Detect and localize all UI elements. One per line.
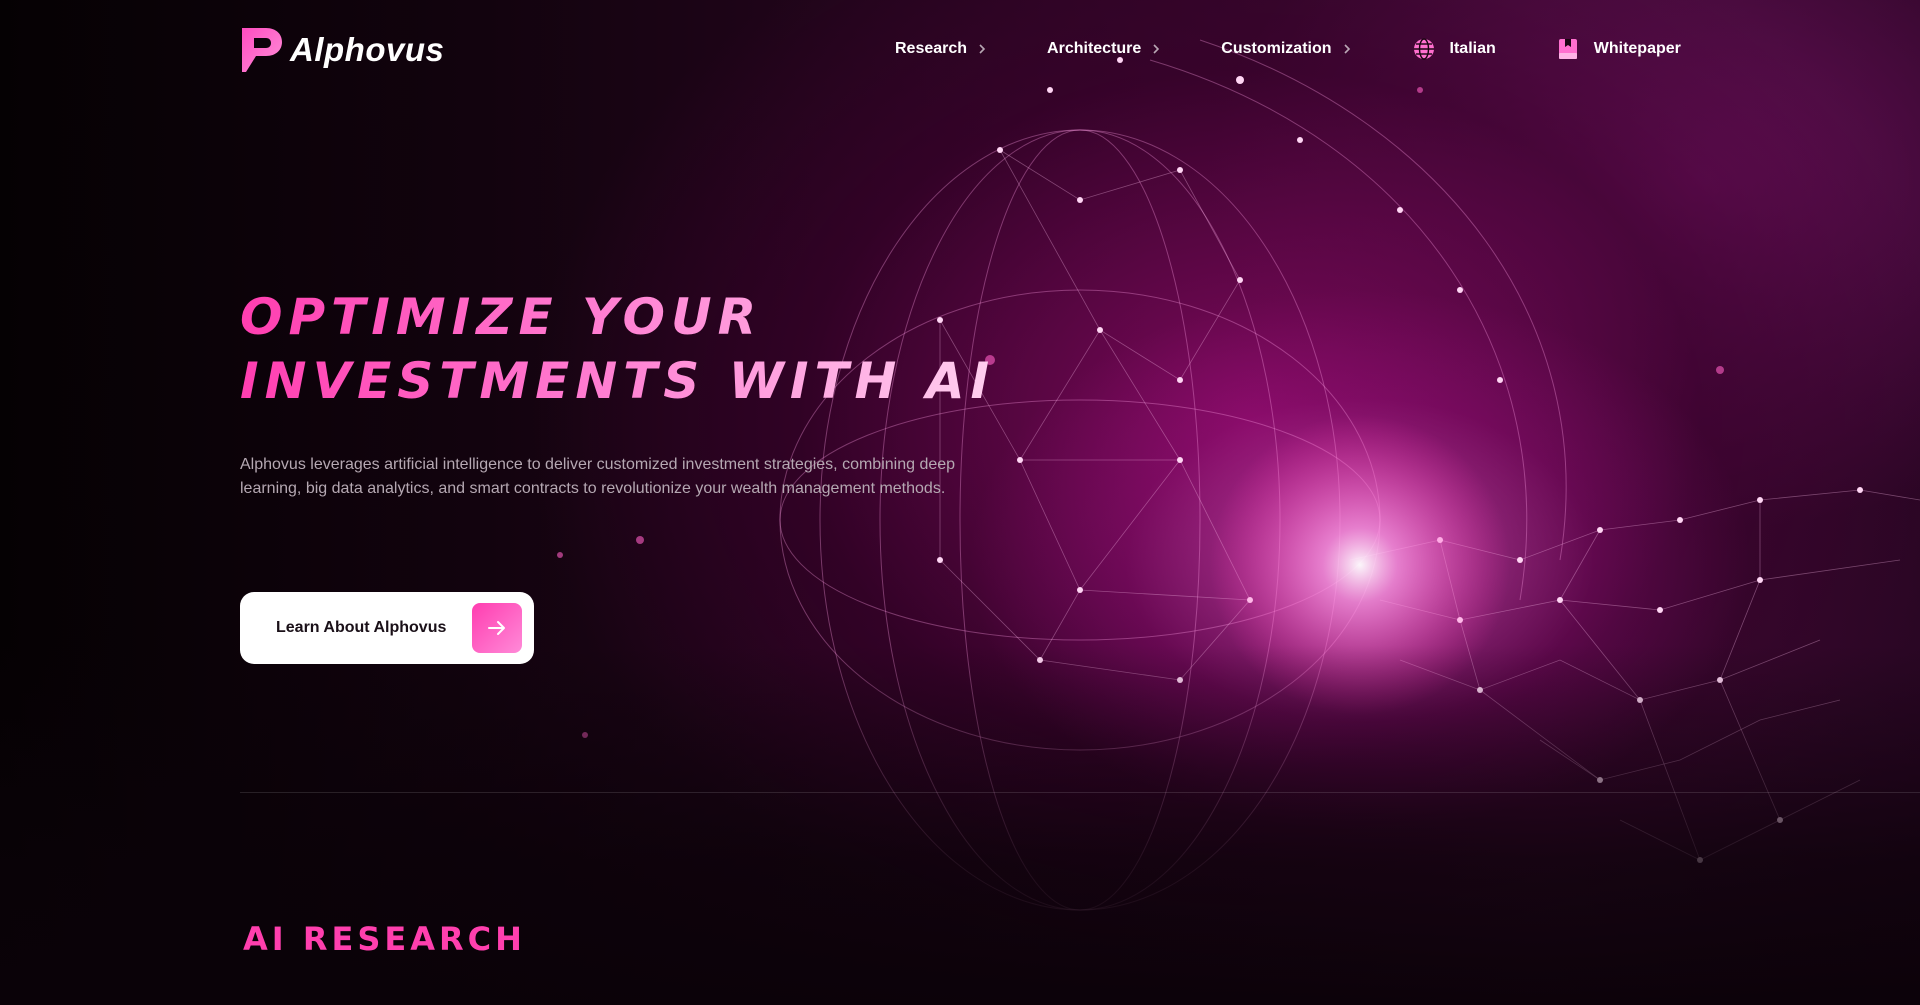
chevron-right-icon <box>1153 44 1160 54</box>
globe-icon <box>1413 38 1434 60</box>
nav-item-label: Architecture <box>1047 40 1142 57</box>
hero-headline: OPTIMIZE YOUR INVESTMENTS WITH AI <box>240 285 1000 413</box>
brand-name: Alphovus <box>290 31 445 68</box>
chevron-right-icon <box>979 44 986 54</box>
arrow-right-icon <box>472 603 522 653</box>
alphovus-logo-icon <box>242 28 282 72</box>
learn-about-button[interactable]: Learn About Alphovus <box>240 592 534 664</box>
brand-logo[interactable]: Alphovus <box>240 26 444 74</box>
hero-description: Alphovus leverages artificial intelligen… <box>240 456 956 497</box>
hero-section: OPTIMIZE YOUR INVESTMENTS WITH AI Alphov… <box>240 285 1000 501</box>
nav-item-label: Research <box>895 40 968 57</box>
landing-page: Alphovus Research Architecture Customiza… <box>0 0 1920 1005</box>
site-header: Alphovus Research Architecture Customiza… <box>0 0 1920 100</box>
whitepaper-label: Whitepaper <box>1593 40 1681 57</box>
chevron-right-icon <box>1343 44 1350 54</box>
nav-item-customization[interactable]: Customization <box>1221 40 1351 58</box>
whitepaper-link[interactable]: Whitepaper <box>1556 37 1681 61</box>
language-selector[interactable]: Italian <box>1412 37 1496 61</box>
nav-item-architecture[interactable]: Architecture <box>1047 40 1161 58</box>
book-icon <box>1558 39 1577 59</box>
language-label: Italian <box>1449 40 1496 57</box>
hero-headline-line-1: OPTIMIZE YOUR <box>240 288 763 346</box>
nav-item-research[interactable]: Research <box>895 40 987 58</box>
nav-item-label: Customization <box>1221 40 1332 57</box>
cta-label: Learn About Alphovus <box>276 619 447 636</box>
main-nav: Research Architecture Customization Ital… <box>895 37 1681 61</box>
hero-network-artwork <box>557 39 1920 911</box>
hero-headline-line-2: INVESTMENTS WITH AI <box>240 352 996 410</box>
section-divider <box>240 792 1920 793</box>
ai-research-heading: AI RESEARCH <box>243 920 526 958</box>
